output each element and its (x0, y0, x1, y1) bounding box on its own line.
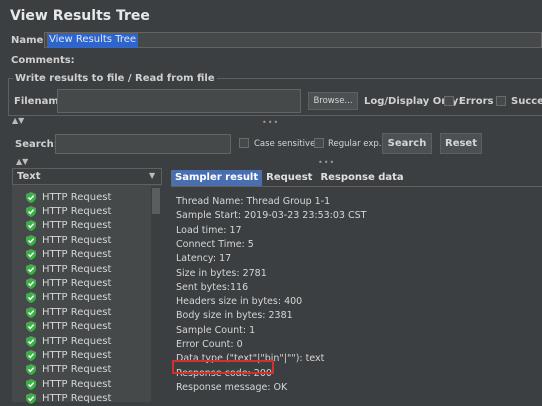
tree-item-label: HTTP Request (42, 234, 112, 246)
regex-checkbox[interactable] (314, 138, 324, 148)
splitter-handle-icon[interactable]: ••• (318, 158, 335, 167)
sampler-result-line: Response message: OK (176, 381, 288, 393)
splitter-handle-icon[interactable]: ••• (262, 118, 279, 127)
comments-label: Comments: (11, 55, 75, 66)
errors-label: Errors (459, 96, 494, 107)
success-shield-icon (26, 378, 36, 390)
sampler-result-line: Body size in bytes: 2381 (176, 310, 293, 322)
tree-item-label: HTTP Request (42, 292, 112, 304)
tree-scrollbar-thumb[interactable] (152, 188, 160, 214)
success-shield-icon (26, 321, 36, 333)
tree-item-label: HTTP Request (42, 277, 112, 289)
success-shield-icon (26, 191, 36, 203)
tree-item[interactable]: HTTP Request (26, 190, 111, 204)
successes-checkbox[interactable] (496, 96, 506, 106)
result-tabs: Sampler result Request Response data (171, 170, 408, 186)
browse-button[interactable]: Browse... (308, 92, 358, 110)
file-group-title: Write results to file / Read from file (13, 73, 217, 84)
tree-header-label: Text (17, 171, 41, 182)
tree-item-label: HTTP Request (42, 205, 112, 217)
expand-collapse-icon[interactable]: ▲▼ (12, 117, 24, 125)
tree-item[interactable]: HTTP Request (26, 204, 111, 218)
tree-item-label: HTTP Request (42, 335, 112, 347)
tree-item-label: HTTP Request (42, 306, 112, 318)
success-shield-icon (26, 292, 36, 304)
case-sensitive-checkbox[interactable] (239, 138, 249, 148)
success-shield-icon (26, 393, 36, 405)
tree-scrollbar[interactable] (151, 186, 162, 402)
success-shield-icon (26, 249, 36, 261)
tree-item-label: HTTP Request (42, 349, 112, 361)
sampler-result-line: Error Count: 0 (176, 339, 243, 350)
sampler-result-line: Thread Name: Thread Group 1-1 (176, 196, 331, 207)
success-shield-icon (26, 234, 36, 246)
tree-item[interactable]: HTTP Request (26, 392, 111, 406)
tree-item[interactable]: HTTP Request (26, 348, 111, 362)
tree-item-label: HTTP Request (42, 191, 112, 203)
tree-item[interactable]: HTTP Request (26, 276, 111, 290)
expand-collapse-icon[interactable]: ▲▼ (16, 158, 28, 166)
sampler-result-line: Sample Start: 2019-03-23 23:53:03 CST (176, 210, 367, 222)
filename-input[interactable] (57, 89, 301, 113)
name-input[interactable]: View Results Tree (44, 32, 542, 48)
tree-item[interactable]: HTTP Request (26, 219, 111, 233)
tree-item-label: HTTP Request (42, 220, 112, 232)
name-label: Name: (11, 35, 48, 46)
success-shield-icon (26, 277, 36, 289)
success-shield-icon (26, 306, 36, 318)
search-input[interactable] (55, 134, 231, 154)
sampler-result-line: Load time: 17 (176, 224, 242, 236)
success-shield-icon (26, 349, 36, 361)
search-button[interactable]: Search (382, 133, 432, 154)
errors-checkbox[interactable] (444, 96, 454, 106)
tree-item-label: HTTP Request (42, 378, 112, 390)
tree-item[interactable]: HTTP Request (26, 262, 111, 276)
tab-response-data[interactable]: Response data (316, 170, 407, 186)
tab-sampler-result[interactable]: Sampler result (171, 170, 263, 186)
tree-item-label: HTTP Request (42, 321, 112, 333)
tree-item-label: HTTP Request (42, 249, 112, 261)
tree-item[interactable]: HTTP Request (26, 320, 111, 334)
tree-item[interactable]: HTTP Request (26, 377, 111, 391)
sampler-result-line: Size in bytes: 2781 (176, 267, 267, 279)
success-shield-icon (26, 263, 36, 275)
sampler-result-line: Latency: 17 (176, 253, 232, 265)
success-shield-icon (26, 335, 36, 347)
success-shield-icon (26, 220, 36, 232)
sampler-result-line: Headers size in bytes: 400 (176, 296, 303, 308)
tab-request[interactable]: Request (262, 170, 316, 186)
search-label: Search: (15, 139, 58, 150)
tree-item[interactable]: HTTP Request (26, 248, 111, 262)
successes-label: Succes (511, 96, 542, 107)
tree-item[interactable]: HTTP Request (26, 291, 111, 305)
tree-item-label: HTTP Request (42, 393, 112, 405)
tree-item-label: HTTP Request (42, 364, 112, 376)
regex-label: Regular exp. (328, 139, 382, 149)
name-input-value: View Results Tree (47, 33, 139, 47)
success-shield-icon (26, 205, 36, 217)
tree-header[interactable]: Text ▼ (12, 168, 162, 185)
tree-item-label: HTTP Request (42, 263, 112, 275)
response-code-highlight (172, 360, 274, 374)
window-title: View Results Tree (10, 8, 150, 24)
reset-button[interactable]: Reset (440, 133, 482, 154)
tree-item[interactable]: HTTP Request (26, 305, 111, 319)
dropdown-arrow-icon[interactable]: ▼ (149, 171, 155, 180)
success-shield-icon (26, 364, 36, 376)
tree-item[interactable]: HTTP Request (26, 363, 111, 377)
sampler-result-line: Sent bytes:116 (176, 281, 249, 293)
case-sensitive-label: Case sensitive (254, 139, 316, 149)
sampler-result-line: Sample Count: 1 (176, 324, 256, 336)
tree-item[interactable]: HTTP Request (26, 233, 111, 247)
sampler-result-line: Connect Time: 5 (176, 238, 254, 250)
tree-item[interactable]: HTTP Request (26, 334, 111, 348)
